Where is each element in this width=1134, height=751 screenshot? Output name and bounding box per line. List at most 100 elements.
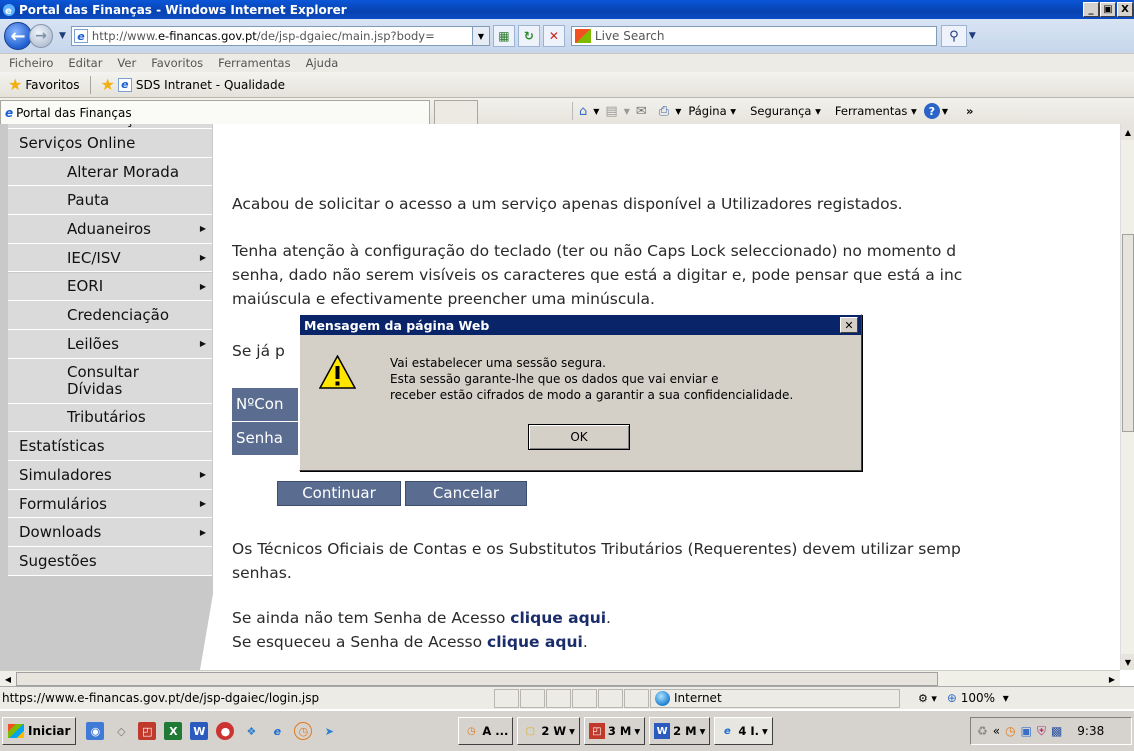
quicklaunch-app-icon[interactable]: ● <box>216 722 235 740</box>
taskbar-button-3[interactable]: ◰ 3 M ▾ <box>583 717 646 745</box>
sidebar-item-servi-os-online[interactable]: Serviços Online <box>8 129 212 158</box>
menu-ferramentas[interactable]: Ferramentas <box>218 56 290 70</box>
cancel-button[interactable]: Cancelar <box>405 481 527 506</box>
scroll-up-icon[interactable]: ▲ <box>1121 124 1134 140</box>
sidebar-item-label: Credenciação <box>67 306 170 325</box>
dialog-line-2: Esta sessão garante-lhe que os dados que… <box>390 372 719 386</box>
window-title: Portal das Finanças - Windows Internet E… <box>19 2 347 17</box>
status-cell <box>572 688 597 708</box>
quicklaunch-app-icon[interactable]: ❖ <box>242 722 260 740</box>
quicklaunch-clock-icon[interactable]: ◷ <box>294 722 313 740</box>
search-options-icon[interactable]: ▼ <box>969 31 976 41</box>
menu-ver[interactable]: Ver <box>117 56 136 70</box>
horizontal-scrollbar[interactable]: ◀ ▶ <box>0 670 1120 686</box>
more-commands-icon[interactable]: » <box>966 104 973 118</box>
tools-menu[interactable]: Ferramentas ▾ <box>835 104 917 118</box>
minimize-button[interactable]: _ <box>1083 2 1099 17</box>
maximize-button[interactable]: ▣ <box>1100 2 1116 17</box>
sidebar-item-formul-rios[interactable]: Formulários ▶ <box>8 489 212 519</box>
tray-clock-icon[interactable]: ◷ <box>1005 724 1015 738</box>
search-input[interactable]: Live Search <box>570 26 937 46</box>
menu-editar[interactable]: Editar <box>68 56 102 70</box>
stop-button[interactable]: ✕ <box>542 25 565 47</box>
new-tab-button[interactable] <box>434 100 478 124</box>
taskbar-button-2[interactable]: ▢ 2 W ▾ <box>517 717 580 745</box>
tray-expand-icon[interactable]: « <box>993 724 1000 738</box>
start-button[interactable]: Iniciar <box>2 717 77 745</box>
scroll-down-icon[interactable]: ▼ <box>1121 654 1134 670</box>
sidebar-item-tribut-rios[interactable]: Tributários <box>8 403 212 433</box>
quicklaunch-ie-icon[interactable]: e <box>268 722 286 740</box>
sidebar-item-aduaneiros[interactable]: Aduaneiros ▶ <box>8 215 212 244</box>
security-menu[interactable]: Segurança ▾ <box>750 104 821 118</box>
recent-pages-dropdown-icon[interactable]: ▼ <box>59 31 66 41</box>
nc-field[interactable]: NºCon <box>232 388 298 421</box>
taskbar-button-5[interactable]: e4 I. ▾ <box>714 717 773 745</box>
close-window-button[interactable]: X <box>1117 2 1133 17</box>
quicklaunch-excel-icon[interactable]: X <box>164 722 183 740</box>
vertical-scroll-thumb[interactable] <box>1122 234 1134 432</box>
sidebar-item-estat-sticas[interactable]: Estatísticas <box>8 432 212 461</box>
dialog-close-button[interactable]: ✕ <box>840 317 858 333</box>
page-menu[interactable]: Página ▾ <box>688 104 736 118</box>
recover-password-link[interactable]: clique aqui <box>487 633 583 651</box>
sidebar-item-credencia-o[interactable]: Credenciação <box>8 301 212 330</box>
favorite-link-sds[interactable]: SDS Intranet - Qualidade <box>136 78 285 92</box>
sidebar-item-downloads[interactable]: Downloads ▶ <box>8 518 212 548</box>
menu-favoritos[interactable]: Favoritos <box>151 56 203 70</box>
sds-favicon-icon: e <box>117 77 132 92</box>
sidebar-item-eori[interactable]: EORI ▶ <box>8 272 212 302</box>
quicklaunch-app-icon[interactable]: ➤ <box>320 722 338 740</box>
mail-icon[interactable]: ✉ <box>636 104 647 119</box>
tray-icon[interactable]: ♻ <box>977 724 988 738</box>
add-favorite-icon[interactable]: ★ <box>101 75 115 94</box>
tray-clock[interactable]: 9:38 <box>1077 724 1104 738</box>
url-dropdown-button[interactable]: ▼ <box>472 26 490 46</box>
favorites-star-icon[interactable]: ★ <box>8 75 22 94</box>
security-zone[interactable]: Internet <box>650 688 900 708</box>
tray-antivirus-icon[interactable]: ⛨ <box>1037 724 1046 739</box>
vertical-scrollbar[interactable]: ▲ ▼ <box>1120 124 1134 670</box>
refresh-button[interactable]: ↻ <box>517 25 540 47</box>
zoom-control[interactable]: ⊕ 100% ▾ <box>947 691 1009 705</box>
quicklaunch-app-icon[interactable]: ◉ <box>86 722 105 740</box>
sidebar-item-leil-es[interactable]: Leilões ▶ <box>8 329 212 359</box>
sidebar-item-label: IEC/ISV <box>67 248 121 267</box>
menu-ajuda[interactable]: Ajuda <box>306 56 339 70</box>
print-icon[interactable]: ⎙ <box>659 104 669 119</box>
sidebar-item-consultar-d-vidas[interactable]: Consultar Dívidas <box>8 358 212 404</box>
quicklaunch-word-icon[interactable]: W <box>190 722 209 740</box>
sidebar-item-iec-isv[interactable]: IEC/ISV ▶ <box>8 243 212 273</box>
scroll-right-icon[interactable]: ▶ <box>1104 671 1120 687</box>
svg-text:e: e <box>5 6 12 17</box>
compatibility-view-button[interactable]: ▦ <box>492 25 515 47</box>
continue-button[interactable]: Continuar <box>277 481 401 506</box>
tray-app-icon[interactable]: ▩ <box>1051 724 1062 738</box>
quicklaunch-pdf-icon[interactable]: ◰ <box>138 722 157 740</box>
taskbar-button-4[interactable]: W2 M ▾ <box>649 717 711 745</box>
forward-button[interactable]: → <box>29 24 53 48</box>
help-icon[interactable]: ? <box>923 103 940 119</box>
search-button[interactable]: ⚲ <box>940 25 967 47</box>
address-bar: ← → ▼ e http://www. e-financas.gov.pt/de/… <box>0 19 1134 53</box>
tab-portal-financas[interactable]: e Portal das Finanças <box>0 100 430 124</box>
menu-ficheiro[interactable]: Ficheiro <box>9 56 53 70</box>
senha-field[interactable]: Senha <box>232 422 298 455</box>
tray-network-icon[interactable]: ▣ <box>1021 724 1032 738</box>
dialog-ok-button[interactable]: OK <box>528 424 630 450</box>
sidebar-item-pauta[interactable]: Pauta <box>8 186 212 216</box>
home-icon[interactable]: ⌂ <box>579 104 587 119</box>
back-button[interactable]: ← <box>4 22 32 50</box>
horizontal-scroll-thumb[interactable] <box>16 672 938 686</box>
sidebar-item-sugest-es[interactable]: Sugestões <box>8 547 212 576</box>
feeds-icon[interactable]: ▤ <box>605 104 617 119</box>
url-input[interactable]: e http://www. e-financas.gov.pt/de/jsp-dg… <box>70 26 473 46</box>
sidebar-item-alterar-morada[interactable]: Alterar Morada <box>8 157 212 187</box>
register-link[interactable]: clique aqui <box>510 609 606 627</box>
favorites-button[interactable]: Favoritos <box>25 78 79 92</box>
protected-mode-icon[interactable]: ⚙ ▾ <box>918 692 937 705</box>
sidebar-item-simuladores[interactable]: Simuladores ▶ <box>8 461 212 490</box>
quicklaunch-app-icon[interactable]: ◇ <box>112 722 130 740</box>
scroll-left-icon[interactable]: ◀ <box>0 671 16 687</box>
taskbar-button-1[interactable]: ◷ A ... <box>458 717 514 745</box>
